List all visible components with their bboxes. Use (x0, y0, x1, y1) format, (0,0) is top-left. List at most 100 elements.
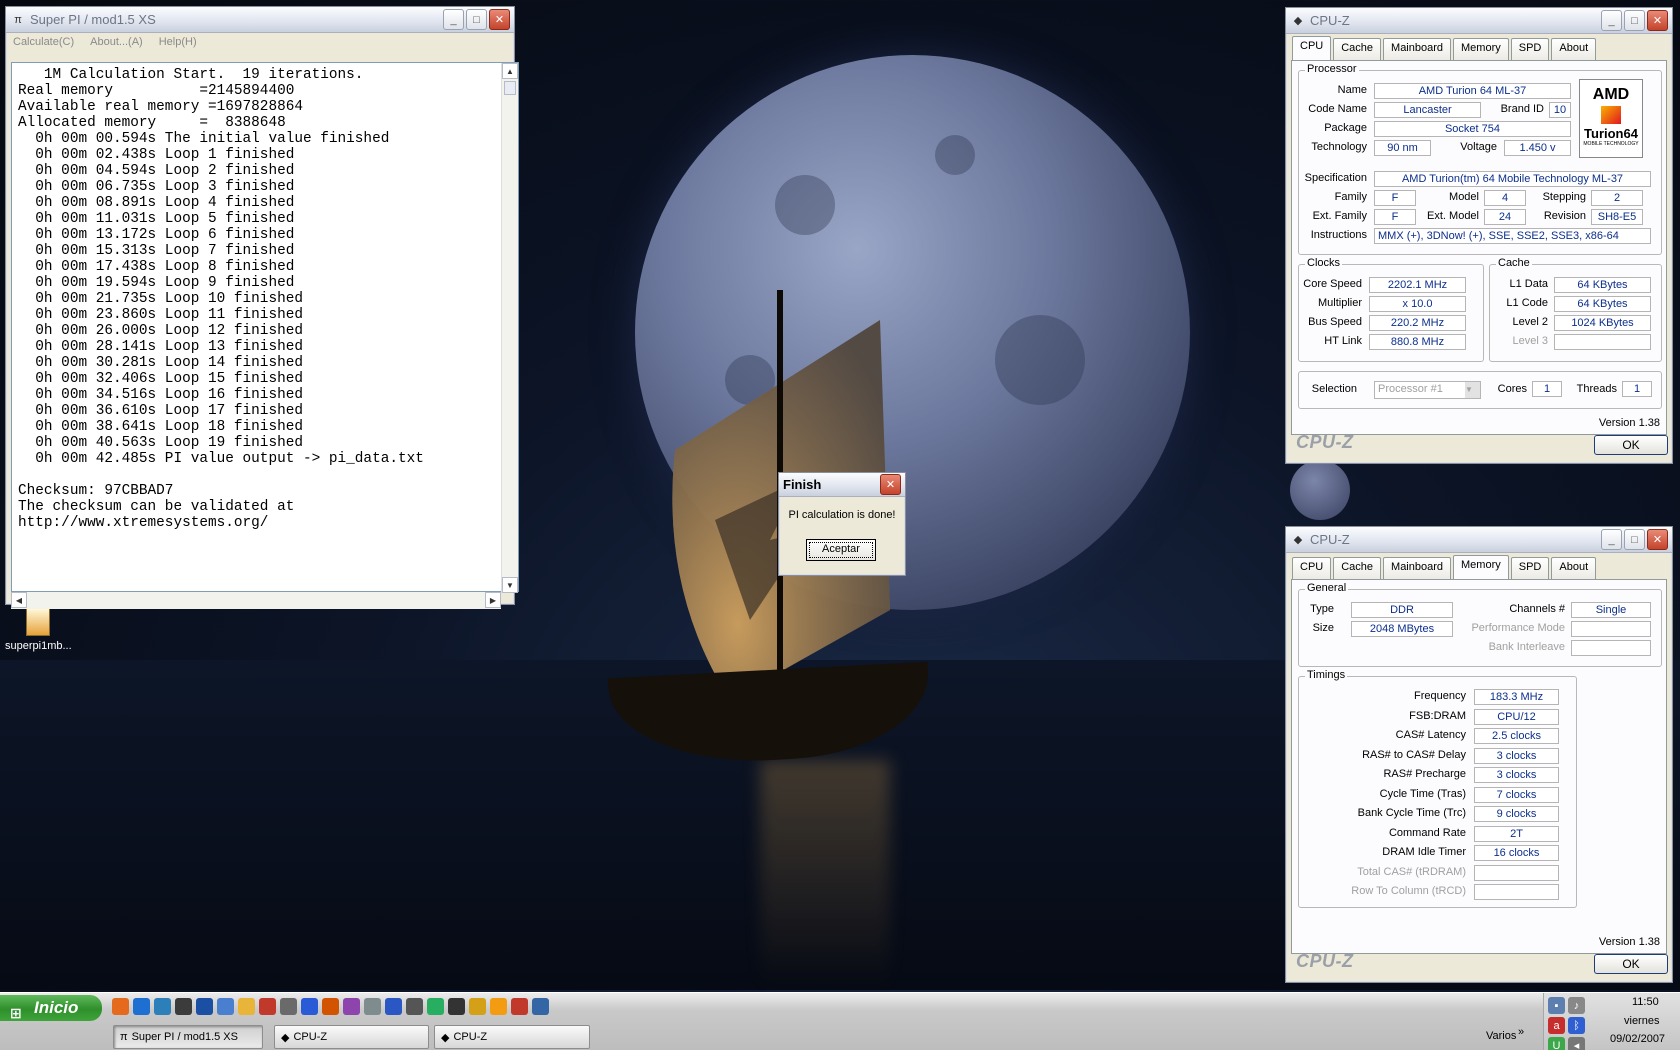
tab-mainboard[interactable]: Mainboard (1383, 38, 1452, 60)
tab-mainboard[interactable]: Mainboard (1383, 557, 1452, 579)
network-icon[interactable] (217, 998, 234, 1015)
channels-label: Channels # (1509, 603, 1565, 615)
console-line: 0h 00m 06.735s Loop 3 finished (18, 179, 295, 195)
stepping-value: 2 (1591, 190, 1643, 206)
volume-tray-icon[interactable]: ♪ (1568, 997, 1585, 1014)
cores-value: 1 (1532, 381, 1562, 397)
tab-spd[interactable]: SPD (1510, 557, 1550, 579)
toolbar-varios-label[interactable]: Varios (1486, 1030, 1516, 1042)
flash-icon[interactable] (301, 998, 318, 1015)
voltage-value: 1.450 v (1504, 140, 1571, 156)
tab-cpu[interactable]: CPU (1292, 36, 1332, 60)
chevron-right-icon[interactable]: » (1518, 1026, 1524, 1038)
superpi-titlebar[interactable]: π Super PI / mod1.5 XS _ □ ✕ (6, 7, 514, 33)
processor-select[interactable]: Processor #1 ▼ (1374, 381, 1481, 399)
ok-button[interactable]: OK (1594, 954, 1668, 974)
close-button[interactable]: ✕ (880, 474, 901, 495)
superpi-console[interactable]: 1M Calculation Start. 19 iterations. Real… (11, 62, 519, 593)
maximize-button[interactable]: □ (1624, 10, 1645, 31)
console-line: 0h 00m 32.406s Loop 15 finished (18, 371, 303, 387)
folder-icon[interactable] (238, 998, 255, 1015)
menu-about[interactable]: About...(A) (90, 36, 143, 48)
tab-about[interactable]: About (1551, 38, 1597, 60)
maximize-button[interactable]: □ (466, 9, 487, 30)
gift-icon[interactable] (511, 998, 528, 1015)
game-icon[interactable] (259, 998, 276, 1015)
aceptar-button[interactable]: Aceptar (806, 539, 876, 561)
cpuz-logo: CPU-Z (1296, 951, 1354, 971)
ie-icon[interactable] (133, 998, 150, 1015)
disc-icon[interactable] (343, 998, 360, 1015)
minimize-button[interactable]: _ (1601, 529, 1622, 550)
tab-cache[interactable]: Cache (1333, 557, 1382, 579)
l1-code-label: L1 Code (1506, 297, 1548, 309)
turion-logo-text: Turion64 (1584, 126, 1638, 141)
minimize-button[interactable]: _ (443, 9, 464, 30)
cube-icon[interactable] (448, 998, 465, 1015)
bluetooth-tray-icon[interactable]: ᛒ (1568, 1017, 1585, 1034)
scroll-left-icon[interactable]: ◀ (11, 592, 27, 608)
task-superpi[interactable]: π Super PI / mod1.5 XS (113, 1025, 263, 1049)
task-cpuz-1[interactable]: ◆ CPU-Z (274, 1025, 429, 1049)
skull-icon[interactable] (406, 998, 423, 1015)
cpuz-titlebar[interactable]: ◆ CPU-Z _ □ ✕ (1286, 8, 1672, 34)
processor-select-value: Processor #1 (1378, 383, 1443, 395)
scroll-up-icon[interactable]: ▲ (502, 63, 518, 79)
tab-cpu[interactable]: CPU (1292, 557, 1332, 579)
tab-memory[interactable]: Memory (1453, 38, 1509, 60)
console-line: 0h 00m 02.438s Loop 1 finished (18, 147, 295, 163)
scroll-down-icon[interactable]: ▼ (502, 577, 518, 593)
menu-help[interactable]: Help(H) (159, 36, 197, 48)
info-icon[interactable] (469, 998, 486, 1015)
clock-time: 11:50 (1632, 996, 1659, 1008)
console-line: Available real memory =1697828864 (18, 99, 303, 115)
task-cpuz-2[interactable]: ◆ CPU-Z (434, 1025, 590, 1049)
font-icon[interactable] (385, 998, 402, 1015)
menu-calculate[interactable]: Calculate(C) (13, 36, 74, 48)
chevron-down-icon[interactable]: ▼ (1465, 382, 1480, 398)
ok-button[interactable]: OK (1594, 435, 1668, 455)
tool-icon[interactable] (364, 998, 381, 1015)
vlc-icon[interactable] (490, 998, 507, 1015)
specification-label: Specification (1304, 172, 1367, 184)
timing-value: 2T (1474, 825, 1559, 842)
speaker-tray-icon[interactable]: ◂ (1568, 1037, 1585, 1050)
clocks-group-title: Clocks (1305, 257, 1343, 269)
vertical-scrollbar[interactable]: ▲ ▼ (501, 63, 518, 593)
tab-memory[interactable]: Memory (1453, 555, 1509, 579)
console-line: Real memory =2145894400 (18, 83, 295, 99)
finish-titlebar[interactable]: Finish ✕ (779, 473, 905, 497)
player-icon[interactable] (532, 998, 549, 1015)
close-button[interactable]: ✕ (1647, 10, 1668, 31)
cache-group-title: Cache (1496, 257, 1532, 269)
scroll-right-icon[interactable]: ▶ (485, 592, 501, 608)
cpuz-app-icon: ◆ (1293, 534, 1303, 546)
ati-tray-icon[interactable]: a (1548, 1017, 1565, 1034)
timing-label: RAS# to CAS# Delay (1362, 748, 1466, 761)
wallpaper-small-moon (1290, 460, 1350, 520)
globe-icon[interactable] (196, 998, 213, 1015)
chip-icon[interactable] (427, 998, 444, 1015)
u-tray-icon[interactable]: U (1548, 1037, 1565, 1050)
firefox-icon[interactable] (112, 998, 129, 1015)
network-tray-icon[interactable]: ▪ (1548, 997, 1565, 1014)
close-button[interactable]: ✕ (1647, 529, 1668, 550)
cpuz-tabs: CPU Cache Mainboard Memory SPD About (1286, 34, 1672, 60)
close-button[interactable]: ✕ (489, 9, 510, 30)
paint-icon[interactable] (322, 998, 339, 1015)
tab-about[interactable]: About (1551, 557, 1597, 579)
codename-label: Code Name (1308, 103, 1367, 115)
desktop-icon-superpi[interactable]: superpi1mb... (5, 608, 72, 652)
maximize-button[interactable]: □ (1624, 529, 1645, 550)
scroll-thumb[interactable] (504, 81, 516, 95)
tab-cache[interactable]: Cache (1333, 38, 1382, 60)
horizontal-scrollbar[interactable]: ◀ ▶ (11, 592, 501, 609)
cores-label: Cores (1497, 383, 1527, 395)
media-icon[interactable] (175, 998, 192, 1015)
cpu-icon[interactable] (280, 998, 297, 1015)
cpuz-titlebar[interactable]: ◆ CPU-Z _ □ ✕ (1286, 527, 1672, 553)
start-button[interactable]: ⊞ Inicio (0, 995, 102, 1021)
minimize-button[interactable]: _ (1601, 10, 1622, 31)
tab-spd[interactable]: SPD (1510, 38, 1550, 60)
outlook-icon[interactable] (154, 998, 171, 1015)
